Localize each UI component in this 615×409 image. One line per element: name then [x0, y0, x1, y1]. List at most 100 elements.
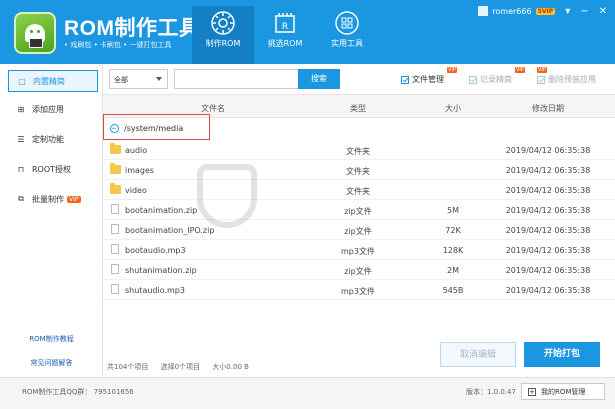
file-icon	[111, 224, 119, 234]
tool-pick-rom[interactable]: R 挑选ROM	[254, 6, 316, 64]
filter-select[interactable]: 全部	[109, 69, 168, 89]
file-name: bootanimation.zip	[125, 206, 198, 215]
file-date: 2019/04/12 06:35:38	[505, 286, 591, 295]
table-row[interactable]: audio 文件夹 2019/04/12 06:35:38	[103, 140, 615, 160]
table-row[interactable]: shutaudio.mp3 mp3文件 545B 2019/04/12 06:3…	[103, 280, 615, 300]
sidebar-item-custom[interactable]: ☰ 定制功能	[8, 128, 98, 150]
file-name: audio	[125, 146, 148, 155]
file-name: shutanimation.zip	[125, 266, 197, 275]
checkbox-file-manage[interactable]: 文件管理 VIP	[401, 67, 457, 85]
file-name: images	[125, 166, 155, 175]
checkbox-delete-preinstalled[interactable]: 删除预装应用 VIP	[537, 67, 596, 85]
rom-chip-icon: R	[275, 13, 295, 33]
app-icon: ▢	[18, 76, 26, 86]
table-row[interactable]: bootanimation.zip zip文件 5M 2019/04/12 06…	[103, 200, 615, 220]
file-date: 2019/04/12 06:35:38	[505, 166, 591, 175]
checkbox-icon	[537, 75, 545, 84]
svg-text:R: R	[282, 22, 288, 32]
batch-icon: ⧉	[18, 194, 24, 203]
file-size: 545B	[442, 286, 464, 295]
file-name: bootaudio.mp3	[125, 246, 186, 255]
sidebar-item-label: 添加应用	[32, 104, 64, 114]
checkbox-label: 记录精简	[480, 75, 512, 84]
toolbar: 全部 搜索 文件管理 VIP 记录精简 VIP 删除预装应用 VIP	[103, 64, 615, 94]
vip-badge: VIP	[515, 67, 525, 73]
column-header-size[interactable]: 大小	[428, 103, 478, 114]
rom-tool-window: ROM制作工具 • 戏刷包 • 卡刷包 • 一键打包工具 制作ROM R 挑选R…	[0, 0, 615, 409]
folder-icon	[110, 163, 121, 174]
table-row[interactable]: bootanimation_IPO.zip zip文件 72K 2019/04/…	[103, 220, 615, 240]
tool-pick-rom-label: 挑选ROM	[267, 39, 303, 48]
checkbox-icon	[401, 75, 409, 84]
minimize-icon[interactable]: −	[580, 6, 588, 17]
total-count: 共104个项目	[107, 363, 149, 371]
link-rom-tutorial[interactable]: ROM制作教程	[0, 334, 103, 344]
file-icon	[111, 244, 119, 254]
chevron-down-icon	[156, 77, 162, 81]
folder-icon	[110, 183, 121, 194]
cancel-edit-button[interactable]: 取消编辑	[440, 342, 516, 367]
avatar[interactable]	[478, 6, 489, 16]
app-logo	[14, 12, 56, 54]
qq-group-number: 795101656	[93, 388, 134, 396]
file-type: 文件夹	[346, 187, 370, 196]
document-icon: ☰	[17, 134, 25, 144]
header-bar: ROM制作工具 • 戏刷包 • 卡刷包 • 一键打包工具 制作ROM R 挑选R…	[0, 0, 615, 64]
selection-info: 共104个项目 选择0个项目 大小0.00 B	[107, 362, 259, 372]
search-input[interactable]	[174, 69, 302, 89]
file-date: 2019/04/12 06:35:38	[505, 246, 591, 255]
qq-group-label: ROM制作工具QQ群：	[22, 388, 92, 396]
file-icon	[111, 204, 119, 214]
file-type: zip文件	[344, 227, 372, 236]
table-row[interactable]: images 文件夹 2019/04/12 06:35:38	[103, 160, 615, 180]
table-row[interactable]: bootaudio.mp3 mp3文件 128K 2019/04/12 06:3…	[103, 240, 615, 260]
file-date: 2019/04/12 06:35:38	[505, 226, 591, 235]
qq-group: ROM制作工具QQ群： 795101656	[22, 387, 134, 397]
close-icon[interactable]: ✕	[599, 6, 607, 17]
file-size: 128K	[442, 246, 464, 255]
checkbox-record-trim[interactable]: 记录精简 VIP	[469, 67, 525, 85]
search-button[interactable]: 搜索	[298, 69, 340, 89]
username[interactable]: romer666	[492, 7, 531, 16]
tool-utilities[interactable]: 实用工具	[316, 6, 378, 64]
path-highlight	[103, 114, 210, 140]
column-header-type[interactable]: 类型	[323, 103, 393, 114]
sidebar-item-label: 内置精简	[33, 76, 65, 86]
sidebar-item-root[interactable]: ⊓ ROOT授权	[8, 158, 98, 180]
tool-utilities-label: 实用工具	[331, 39, 363, 48]
lock-icon: ⊓	[17, 164, 25, 174]
link-faq[interactable]: 常见问题解答	[0, 358, 103, 368]
sidebar: ▢ 内置精简 ⊞ 添加应用 ☰ 定制功能 ⊓ ROOT授权 ⧉ 批量制作 VIP…	[0, 64, 103, 377]
file-size: 2M	[447, 266, 459, 275]
start-pack-button[interactable]: 开始打包	[524, 342, 600, 367]
sidebar-item-batch[interactable]: ⧉ 批量制作 VIP	[8, 188, 98, 210]
sidebar-item-builtin-trim[interactable]: ▢ 内置精简	[8, 70, 98, 92]
app-title: ROM制作工具	[64, 17, 201, 40]
vip-badge: VIP	[447, 67, 457, 73]
sidebar-item-label: ROOT授权	[32, 164, 72, 174]
file-date: 2019/04/12 06:35:38	[505, 146, 591, 155]
checkbox-label: 删除预装应用	[548, 75, 596, 84]
app-subtitle: • 戏刷包 • 卡刷包 • 一键打包工具	[64, 41, 172, 49]
column-header-name[interactable]: 文件名	[183, 103, 243, 114]
checkbox-icon	[469, 75, 477, 84]
file-name: shutaudio.mp3	[125, 286, 185, 295]
selected-size: 大小0.00 B	[212, 363, 249, 371]
table-row[interactable]: shutanimation.zip zip文件 2M 2019/04/12 06…	[103, 260, 615, 280]
my-rom-label: 我的ROM管理	[541, 387, 586, 396]
file-type: 文件夹	[346, 147, 370, 156]
dropdown-icon[interactable]: ▾	[565, 6, 570, 17]
file-icon	[111, 264, 119, 274]
grid-icon	[335, 11, 359, 35]
tool-make-rom-label: 制作ROM	[205, 39, 241, 48]
table-row[interactable]: video 文件夹 2019/04/12 06:35:38	[103, 180, 615, 200]
my-rom-button[interactable]: + 我的ROM管理	[521, 383, 605, 400]
sidebar-item-add-app[interactable]: ⊞ 添加应用	[8, 98, 98, 120]
file-size: 5M	[447, 206, 459, 215]
tool-make-rom[interactable]: 制作ROM	[192, 6, 254, 64]
file-date: 2019/04/12 06:35:38	[505, 186, 591, 195]
file-type: 文件夹	[346, 167, 370, 176]
file-name: bootanimation_IPO.zip	[125, 226, 215, 235]
column-header-date[interactable]: 修改日期	[498, 103, 598, 114]
file-size: 72K	[445, 226, 461, 235]
